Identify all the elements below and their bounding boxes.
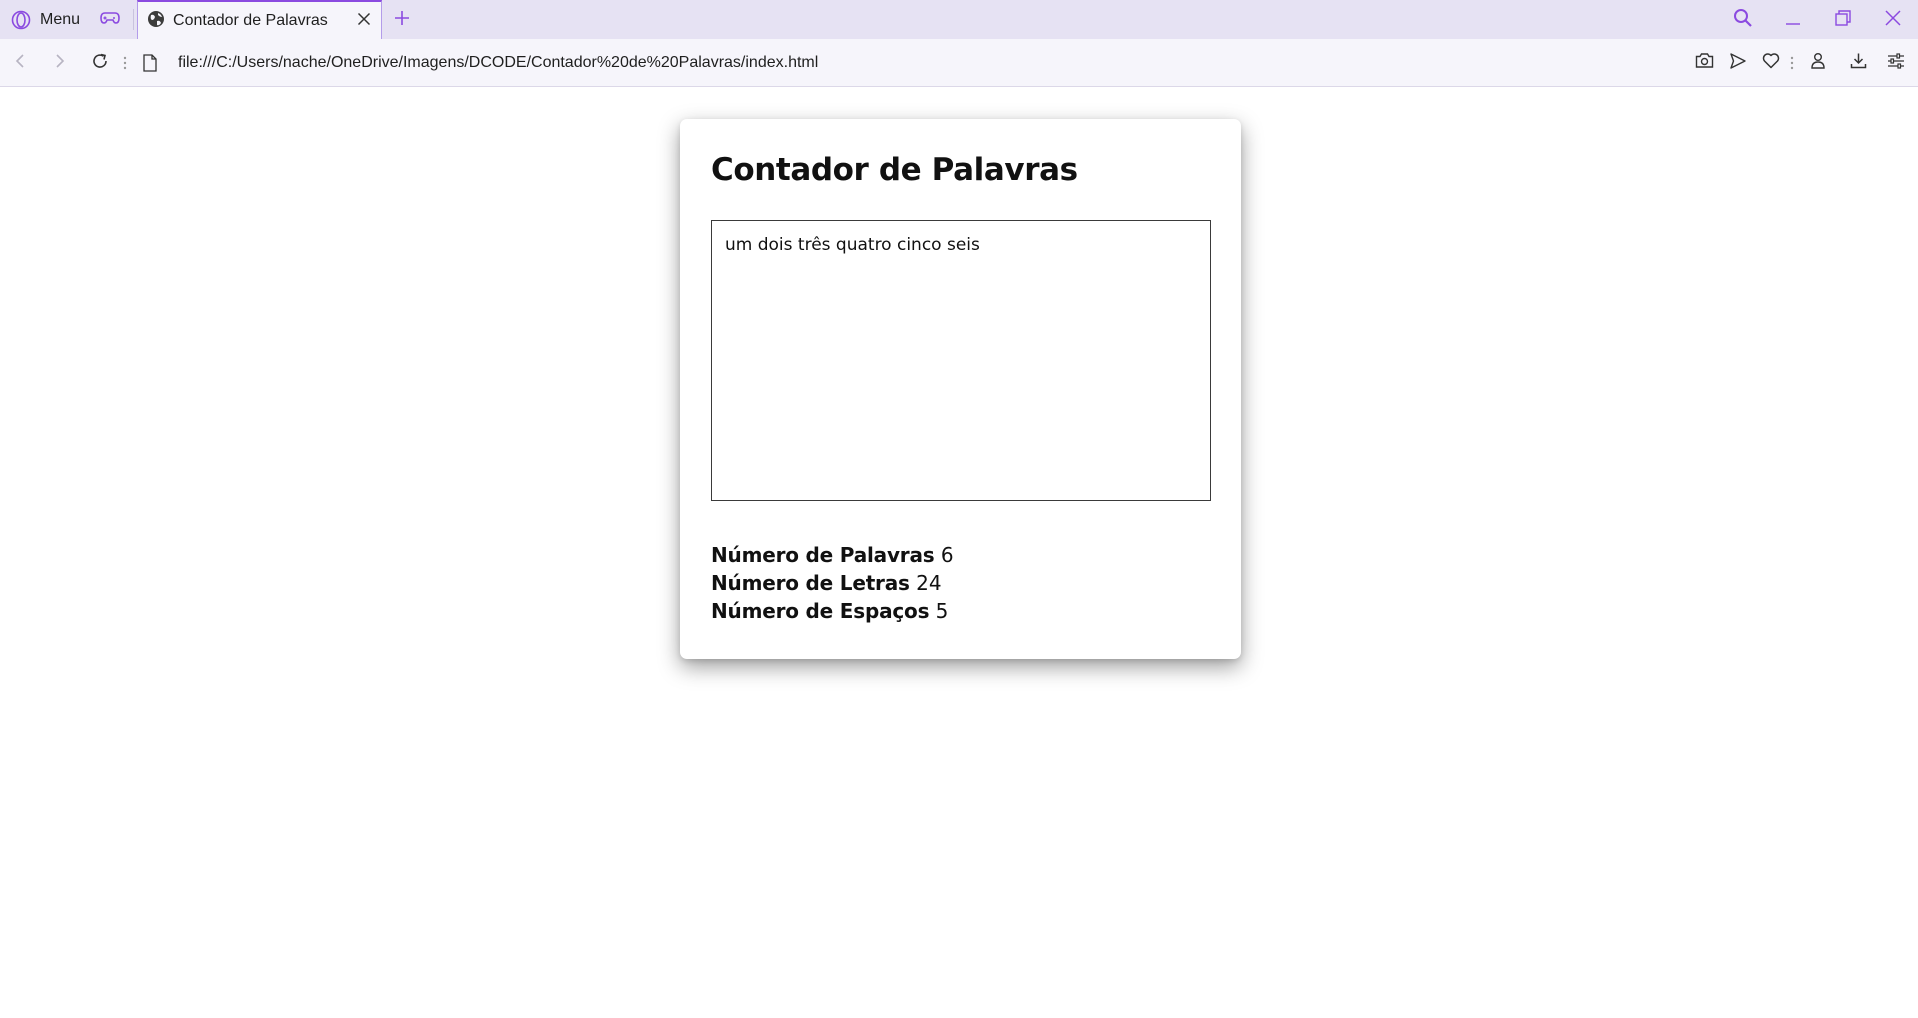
stat-value: 24	[916, 571, 942, 596]
download-icon	[1850, 52, 1867, 73]
reload-button[interactable]	[80, 39, 120, 87]
tab-title: Contador de Palavras	[173, 11, 328, 29]
send-button[interactable]	[1721, 39, 1754, 87]
minimize-icon	[1784, 9, 1802, 31]
globe-icon	[147, 10, 165, 32]
address-tools	[1688, 39, 1918, 87]
url-field[interactable]: file:///C:/Users/nache/OneDrive/Imagens/…	[170, 54, 1688, 72]
menu-label: Menu	[40, 10, 81, 28]
close-icon	[357, 11, 371, 30]
new-tab-button[interactable]	[382, 0, 422, 39]
search-icon	[1733, 8, 1753, 32]
forward-arrow-icon	[52, 53, 68, 73]
camera-icon	[1695, 52, 1714, 73]
stat-label: Número de Palavras	[711, 543, 935, 568]
text-input[interactable]: um dois três quatro cinco seis	[711, 220, 1211, 502]
plus-icon	[393, 9, 411, 31]
stat-label: Número de Espaços	[711, 599, 930, 624]
stat-letter-count: Número de Letras 24	[711, 569, 1210, 597]
stat-value: 6	[940, 543, 954, 568]
page-title: Contador de Palavras	[711, 152, 1078, 188]
tab-strip: Menu Contador de Palavras	[0, 0, 1918, 39]
more-options-icon[interactable]	[1787, 56, 1797, 70]
file-icon[interactable]	[130, 53, 170, 72]
reload-icon	[91, 52, 109, 74]
close-window-button[interactable]	[1868, 0, 1918, 39]
bookmark-button[interactable]	[1754, 39, 1787, 87]
forward-button[interactable]	[40, 39, 80, 87]
stat-label: Número de Letras	[711, 571, 910, 596]
tab-active[interactable]: Contador de Palavras	[137, 0, 383, 39]
restore-icon	[1834, 9, 1852, 31]
minimize-button[interactable]	[1768, 0, 1818, 39]
send-icon	[1729, 52, 1747, 74]
window-controls	[1718, 0, 1918, 39]
stat-word-count: Número de Palavras 6	[711, 541, 1210, 569]
stat-space-count: Número de Espaços 5	[711, 597, 1210, 625]
more-options-icon[interactable]	[120, 56, 130, 70]
snapshot-button[interactable]	[1688, 39, 1721, 87]
profile-button[interactable]	[1797, 39, 1838, 87]
restore-button[interactable]	[1818, 0, 1868, 39]
close-icon	[1884, 9, 1902, 31]
gamepad-icon	[100, 10, 120, 30]
back-arrow-icon	[12, 53, 28, 73]
close-tab-button[interactable]	[357, 11, 371, 30]
menu-button[interactable]: Menu	[0, 0, 90, 39]
stat-value: 5	[935, 599, 949, 624]
heart-icon	[1762, 52, 1780, 73]
counter-card: Contador de Palavras um dois três quatro…	[680, 119, 1241, 659]
stats-list: Número de Palavras 6 Número de Letras 24…	[711, 541, 1210, 625]
back-button[interactable]	[0, 39, 40, 87]
opera-logo-icon	[11, 10, 31, 30]
search-tabs-button[interactable]	[1718, 0, 1768, 39]
user-icon	[1810, 52, 1826, 73]
address-bar: file:///C:/Users/nache/OneDrive/Imagens/…	[0, 39, 1918, 87]
download-button[interactable]	[1838, 39, 1879, 87]
gaming-button[interactable]	[90, 0, 130, 39]
settings-sliders-icon	[1887, 52, 1905, 73]
tab-separator	[133, 9, 135, 30]
easy-setup-button[interactable]	[1879, 39, 1912, 87]
